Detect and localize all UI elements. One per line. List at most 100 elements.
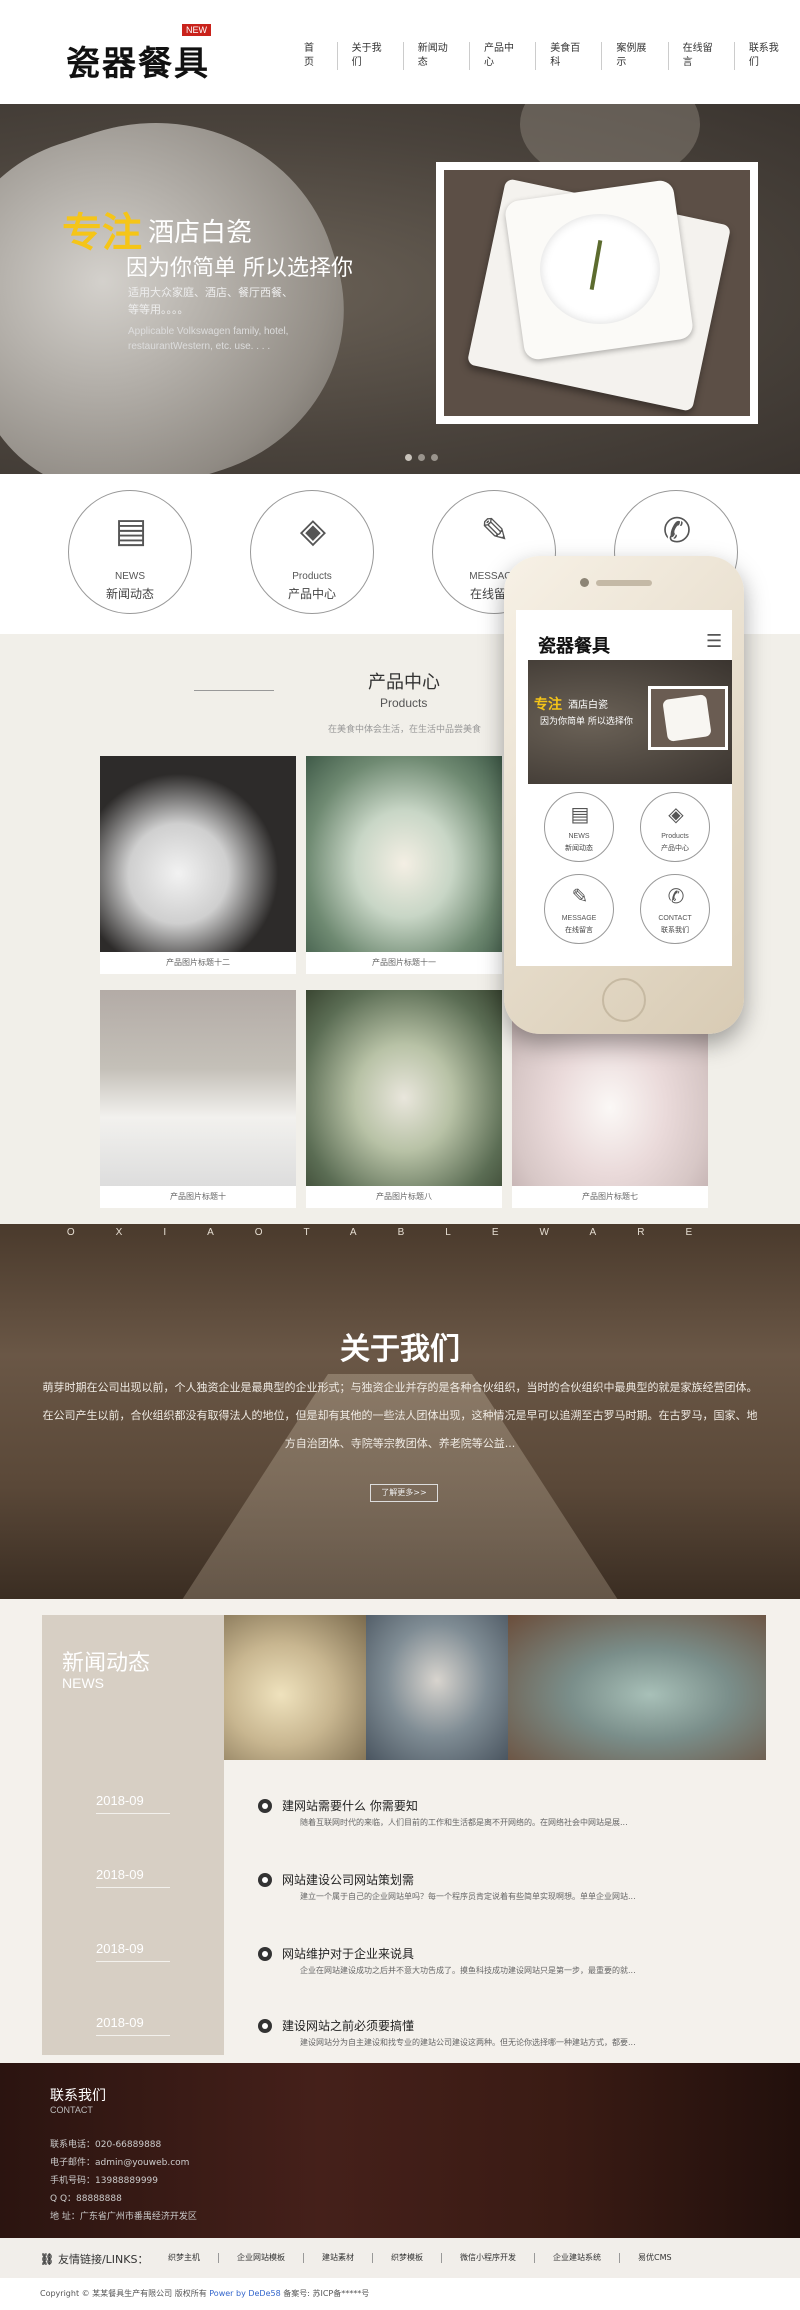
product-label[interactable]: 产品图片标题七 (512, 1186, 708, 1208)
product-card[interactable]: 产品图片标题十二 (100, 756, 296, 974)
product-card[interactable]: 产品图片标题十 (100, 990, 296, 1208)
powered-by-link[interactable]: Power by DeDe58 (209, 2289, 280, 2298)
news-title-en: NEWS (62, 1675, 104, 1691)
bullet-icon (258, 1947, 272, 1961)
hamburger-icon[interactable]: ☰ (706, 633, 726, 651)
phone-banner-photo (648, 686, 728, 750)
service-products[interactable]: ◈ Products 产品中心 (250, 490, 374, 614)
links-label: ⛓ 友情链接/LINKS： (40, 2251, 148, 2267)
slider-dot[interactable] (405, 454, 412, 461)
phone-mockup: 瓷器餐具 ☰ 专注 酒店白瓷 因为你简单 所以选择你 ▤ NEWS 新闻动态 ◈… (504, 556, 744, 1034)
news-item-title[interactable]: 建设网站之前必须要搞懂 (282, 2017, 414, 2034)
product-image[interactable] (306, 756, 502, 952)
phone-banner-highlight: 专注 (534, 697, 562, 713)
date-divider (96, 1813, 170, 1814)
contact-email: 电子邮件：admin@youweb.com (50, 2155, 189, 2168)
contact-value[interactable]: admin@youweb.com (95, 2158, 189, 2168)
hero-subtitle: 因为你简单 所以选择你 (126, 256, 353, 281)
news-image[interactable] (508, 1615, 766, 1760)
phone-service-news[interactable]: ▤ NEWS 新闻动态 (544, 792, 614, 862)
nav-contact[interactable]: 联系我们 (733, 42, 800, 70)
contact-value: 020-66889888 (95, 2140, 162, 2150)
product-label[interactable]: 产品图片标题十二 (100, 952, 296, 974)
nav-cases[interactable]: 案例展示 (601, 42, 667, 70)
nav-products[interactable]: 产品中心 (469, 42, 535, 70)
news-item-summary: 随着互联网时代的来临，人们目前的工作和生活都是离不开网络的。在网络社会中网站是展… (300, 1818, 628, 1827)
date-divider (96, 2035, 170, 2036)
learn-more-button[interactable]: 了解更多>> (370, 1484, 438, 1502)
contact-label: 电子邮件： (50, 2158, 96, 2168)
hero-desc-en: Applicable Volkswagen family, hotel, res… (128, 326, 289, 352)
contact-address: 地 址：广东省广州市番禺经济开发区 (50, 2209, 197, 2222)
product-label[interactable]: 产品图片标题十一 (306, 952, 502, 974)
product-image[interactable] (100, 756, 296, 952)
products-title-en: Products (380, 696, 428, 710)
phone-screen: 瓷器餐具 ☰ 专注 酒店白瓷 因为你简单 所以选择你 ▤ NEWS 新闻动态 ◈… (516, 610, 732, 966)
product-label[interactable]: 产品图片标题十 (100, 1186, 296, 1208)
nav-home[interactable]: 首页 (290, 42, 337, 70)
news-title: 新闻动态 (62, 1651, 151, 1676)
phone-banner-title: 酒店白瓷 (568, 700, 608, 711)
contact-title-en: CONTACT (50, 2105, 93, 2115)
pencil-icon: ✎ (571, 884, 589, 908)
friend-link[interactable]: 企业建站系统 (534, 2253, 619, 2263)
service-label-cn: 产品中心 (287, 587, 336, 601)
site-header: 瓷器餐具 NEW 首页 关于我们 新闻动态 产品中心 美食百科 案例展示 在线留… (0, 0, 800, 104)
service-label-cn: 新闻动态 (105, 587, 154, 601)
document-icon: ▤ (114, 511, 148, 551)
phone-service-message[interactable]: ✎ MESSAGE 在线留言 (544, 874, 614, 944)
phone-icon: ✆ (662, 511, 692, 551)
contact-value: 广东省广州市番禺经济开发区 (79, 2212, 197, 2222)
product-card[interactable]: 产品图片标题十一 (306, 756, 502, 974)
nav-food-wiki[interactable]: 美食百科 (535, 42, 601, 70)
nav-news[interactable]: 新闻动态 (402, 42, 469, 70)
grid-icon: ◈ (668, 802, 684, 826)
phone-service-contact[interactable]: ✆ CONTACT 联系我们 (640, 874, 710, 944)
phone-service-products[interactable]: ◈ Products 产品中心 (640, 792, 710, 862)
news-date: 2018-09 (96, 1867, 144, 1882)
news-item-title[interactable]: 建网站需要什么 你需要知 (282, 1797, 418, 1814)
site-footer: Copyright © 某某餐具生产有限公司 版权所有 Power by DeD… (0, 2278, 800, 2310)
contact-label: 手机号码： (50, 2176, 96, 2186)
news-item-title[interactable]: 网站维护对于企业来说具 (282, 1945, 414, 1962)
hero-plate-photo (436, 162, 758, 424)
friend-link[interactable]: 企业网站模板 (218, 2253, 303, 2263)
bullet-icon (258, 1799, 272, 1813)
friend-link[interactable]: 微信小程序开发 (441, 2253, 534, 2263)
news-item-title[interactable]: 网站建设公司网站策划需 (282, 1871, 414, 1888)
date-divider (96, 1887, 170, 1888)
contact-section: 联系我们 CONTACT 联系电话：020-66889888 电子邮件：admi… (0, 2063, 800, 2238)
friend-link[interactable]: 织梦主机 (150, 2253, 218, 2263)
site-logo[interactable]: 瓷器餐具 (66, 36, 210, 85)
friend-link[interactable]: 易优CMS (619, 2253, 690, 2263)
date-divider (96, 1961, 170, 1962)
nav-message[interactable]: 在线留言 (667, 42, 734, 70)
links-label-text: 友情链接/LINKS： (57, 2253, 149, 2266)
phone-icon: ✆ (667, 884, 685, 908)
slider-dot[interactable] (431, 454, 438, 461)
news-date: 2018-09 (96, 1793, 144, 1808)
about-text: 萌芽时期在公司出现以前，个人独资企业是最典型的企业形式；与独资企业并存的是各种合… (42, 1381, 758, 1450)
friendly-links: ⛓ 友情链接/LINKS： 织梦主机 企业网站模板 建站素材 织梦模板 微信小程序… (0, 2238, 800, 2278)
contact-label: Q Q： (50, 2194, 77, 2204)
news-image[interactable] (366, 1615, 508, 1760)
news-date: 2018-09 (96, 1941, 144, 1956)
product-image[interactable] (100, 990, 296, 1186)
phone-banner: 专注 酒店白瓷 因为你简单 所以选择你 (528, 660, 732, 784)
news-image[interactable] (224, 1615, 366, 1760)
product-image[interactable] (306, 990, 502, 1186)
slider-dot[interactable] (418, 454, 425, 461)
product-card[interactable]: 产品图片标题八 (306, 990, 502, 1208)
phone-banner-subtitle: 因为你简单 所以选择你 (540, 717, 633, 727)
friend-link[interactable]: 织梦模板 (372, 2253, 441, 2263)
friend-link[interactable]: 建站素材 (303, 2253, 372, 2263)
icp-number: 备案号: 苏ICP备*****号 (280, 2289, 370, 2298)
nav-about[interactable]: 关于我们 (336, 42, 403, 70)
contact-qq: Q Q：88888888 (50, 2191, 122, 2204)
products-subtitle: 在美食中体会生活，在生活中品尝美食 (328, 725, 482, 735)
link-icon: ⛓ (40, 2253, 54, 2266)
product-label[interactable]: 产品图片标题八 (306, 1186, 502, 1208)
service-news[interactable]: ▤ NEWS 新闻动态 (68, 490, 192, 614)
hero-banner[interactable]: 专注 酒店白瓷 因为你简单 所以选择你 适用大众家庭、酒店、餐厅西餐、等等用。。… (0, 104, 800, 474)
contact-mobile: 手机号码：13988889999 (50, 2173, 158, 2186)
